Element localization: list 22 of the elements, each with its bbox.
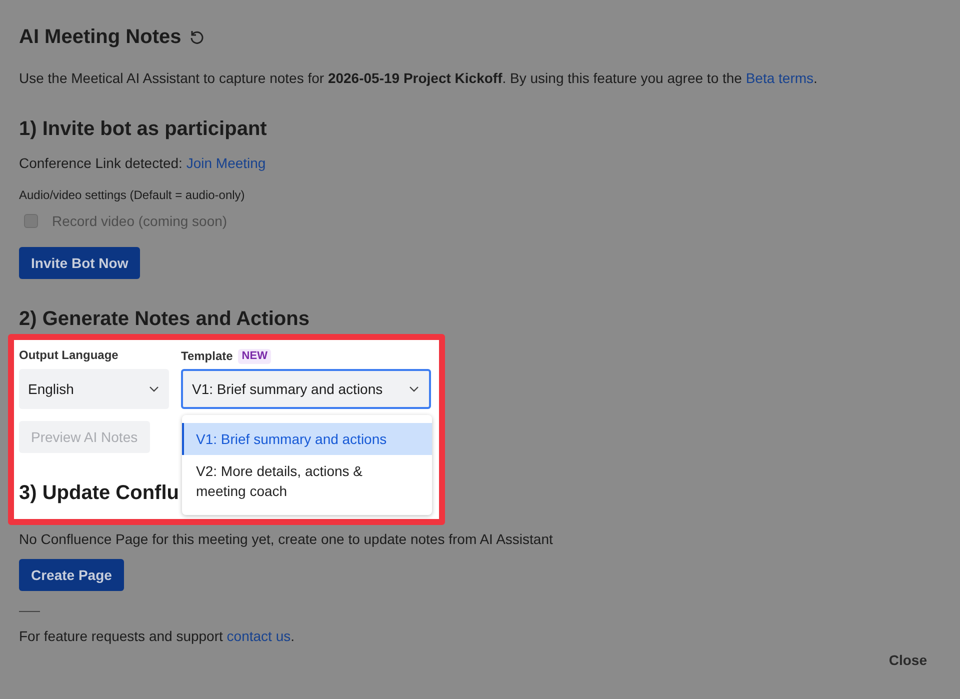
- new-badge: NEW: [238, 348, 272, 364]
- section-heading: 1) Invite bot as participant: [19, 117, 268, 141]
- dropdown-option[interactable]: V2: More details, actions & meeting coach: [182, 455, 432, 507]
- conference-link-text: Conference Link detected: Join Meeting: [19, 154, 267, 173]
- language-select[interactable]: English: [19, 369, 169, 409]
- refresh-icon[interactable]: [189, 29, 206, 45]
- create-page-button[interactable]: Create Page: [19, 559, 124, 591]
- preview-notes-button: Preview AI Notes: [19, 421, 150, 453]
- field-label: Template: [181, 348, 233, 364]
- section-heading: 2) Generate Notes and Actions: [19, 307, 310, 331]
- intro-text: Use the Meetical AI Assistant to capture notes for 2026-05-19 Project Kickoff. By using this feature you agree to the Beta terms.: [19, 69, 818, 88]
- dropdown-option[interactable]: V1: Brief summary and actions: [182, 423, 432, 455]
- checkbox-label: Record video (coming soon): [52, 212, 228, 231]
- footer-text: For feature requests and support contact us.: [19, 627, 296, 646]
- field-label: Output Language: [19, 347, 120, 364]
- confluence-status-text: No Confluence Page for this meeting yet, create one to update notes from AI Assistant: [19, 530, 554, 549]
- section-heading: 3) Update Conflu: [19, 481, 179, 505]
- close-button[interactable]: Close: [888, 650, 927, 671]
- invite-bot-button[interactable]: Invite Bot Now: [19, 247, 140, 279]
- page-title: AI Meeting Notes: [19, 25, 182, 49]
- template-select[interactable]: V1: Brief summary and actions: [181, 369, 431, 409]
- audio-settings-label: Audio/video settings (Default = audio-only): [19, 187, 246, 203]
